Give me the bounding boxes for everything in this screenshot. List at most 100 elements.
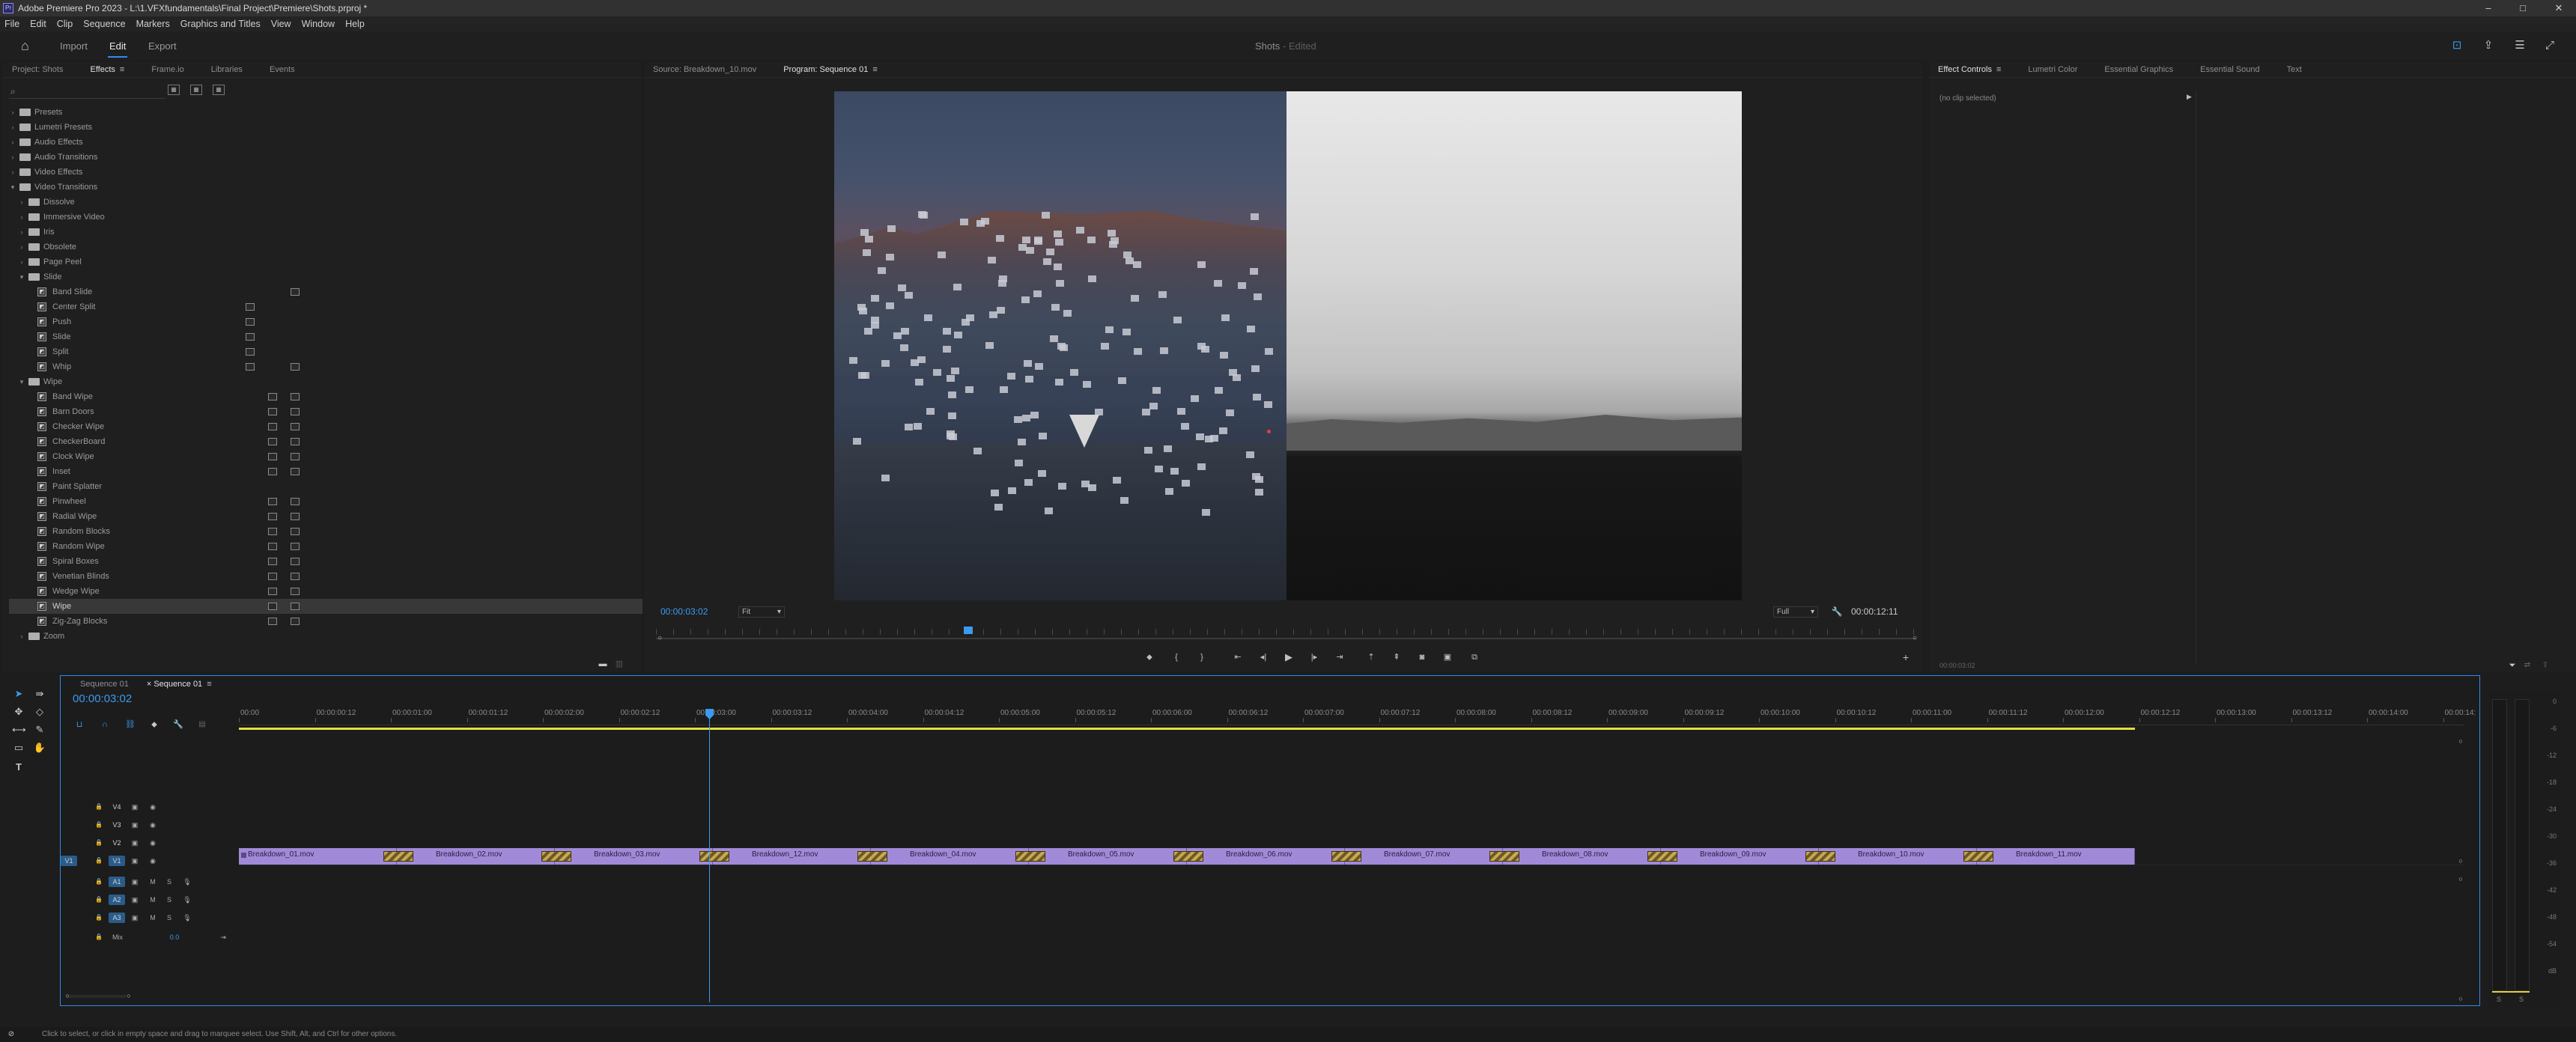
effect-item[interactable]: ◩ Zig-Zag Blocks [9, 614, 643, 629]
effects-folder[interactable]: › Zoom [9, 629, 643, 644]
menu-clip[interactable]: Clip [57, 19, 73, 29]
timeline-playhead[interactable] [708, 712, 710, 1002]
timeline-clip[interactable]: Breakdown_03.mov [555, 848, 713, 865]
transition-marker[interactable] [1647, 851, 1677, 862]
insert-nest-icon[interactable]: ⊔ [73, 718, 86, 731]
tab-effects[interactable]: Effects ≡ [90, 65, 124, 74]
transition-marker[interactable] [1489, 851, 1519, 862]
chevron-right-icon[interactable]: › [9, 135, 16, 150]
razor-tool-icon[interactable]: ◇ [33, 705, 46, 719]
effects-folder[interactable]: ▾ Slide [9, 269, 643, 284]
solo-icon[interactable]: S [164, 895, 174, 905]
audio-track-name[interactable]: A3 [109, 912, 125, 923]
solo-left-button[interactable]: S [2497, 996, 2501, 1003]
lock-track-icon[interactable]: 🔒 [94, 802, 104, 812]
tab-events[interactable]: Events [270, 65, 295, 74]
snap-icon[interactable]: ∩ [98, 718, 112, 731]
chevron-right-icon[interactable]: › [9, 150, 16, 165]
rectangle-tool-icon[interactable]: ▭ [12, 741, 25, 755]
tab-import[interactable]: Import [60, 40, 88, 52]
effects-folder[interactable]: ▾ Video Transitions [9, 180, 643, 195]
tab-essential-sound[interactable]: Essential Sound [2200, 65, 2260, 74]
chevron-right-icon[interactable]: › [18, 225, 25, 240]
effects-folder[interactable]: › Lumetri Presets [9, 120, 643, 135]
captions-icon[interactable]: ▤ [195, 718, 209, 731]
eye-icon[interactable]: ◉ [148, 856, 158, 866]
selection-tool-icon[interactable]: ➤ [12, 687, 25, 701]
eye-icon[interactable]: ◉ [148, 802, 158, 812]
effect-item[interactable]: ◩ Split [9, 344, 643, 359]
timeline-ruler[interactable]: 00:00 00:00:00:12 00:00:01:00 00:00:01:12 00… [239, 707, 2476, 725]
export-frame-icon[interactable]: ◙ [1415, 651, 1429, 663]
panel-menu-icon[interactable]: ≡ [1996, 65, 2001, 74]
timeline-clip[interactable]: Breakdown_09.mov [1661, 848, 1819, 865]
scroll-handle-icon[interactable]: ○ [2454, 992, 2467, 1005]
sync-lock-icon[interactable]: ▣ [130, 802, 140, 812]
scroll-handle-icon[interactable]: ○ [2454, 872, 2467, 886]
transition-marker[interactable] [1015, 851, 1045, 862]
type-tool-icon[interactable]: T [12, 761, 25, 774]
effect-item[interactable]: ◩ CheckerBoard [9, 434, 643, 449]
effect-item[interactable]: ◩ Checker Wipe [9, 419, 643, 434]
32bit-effects-filter-icon[interactable]: ▦ [190, 85, 202, 95]
video-track-name[interactable]: V3 [109, 820, 125, 830]
settings-wrench-icon[interactable]: 🔧 [1830, 605, 1844, 618]
sync-lock-icon[interactable]: ▣ [130, 856, 140, 866]
tab-effect-controls[interactable]: Effect Controls ≡ [1938, 65, 2001, 74]
tab-frameio[interactable]: Frame.io [151, 65, 183, 74]
panel-menu-icon[interactable]: ≡ [207, 680, 211, 689]
tab-export[interactable]: Export [148, 40, 177, 52]
chevron-right-icon[interactable]: › [18, 210, 25, 225]
menu-help[interactable]: Help [345, 19, 365, 29]
comparison-view-icon[interactable]: ▣ [1441, 651, 1454, 663]
effect-item[interactable]: ◩ Push [9, 314, 643, 329]
timeline-clip[interactable]: Breakdown_05.mov [1029, 848, 1187, 865]
sync-lock-icon[interactable]: ▣ [130, 820, 140, 830]
eye-icon[interactable]: ◉ [148, 838, 158, 848]
effects-search-input[interactable]: ⌕ [9, 85, 165, 99]
delete-icon[interactable]: ▥ [613, 657, 626, 671]
lock-track-icon[interactable]: 🔒 [94, 856, 104, 866]
timeline-settings-wrench-icon[interactable]: 🔧 [171, 718, 185, 731]
effects-folder[interactable]: › Obsolete [9, 240, 643, 255]
extract-icon[interactable]: ⇞ [1390, 651, 1403, 663]
ripple-edit-tool-icon[interactable]: ✥ [12, 705, 25, 719]
timeline-clip[interactable]: Breakdown_06.mov [1187, 848, 1345, 865]
solo-right-button[interactable]: S [2519, 996, 2524, 1003]
out-handle-icon[interactable]: ○ [1908, 632, 1922, 645]
resize-icon[interactable]: ⤢ [2542, 38, 2558, 53]
scroll-handle-icon[interactable]: ○ [2454, 854, 2467, 868]
microphone-icon[interactable]: 🎙 [182, 912, 192, 923]
menu-file[interactable]: File [4, 19, 19, 29]
effect-item[interactable]: ◩ Random Wipe [9, 539, 643, 554]
timeline-clip[interactable]: Breakdown_10.mov [1819, 848, 1977, 865]
effect-item[interactable]: ◩ Inset [9, 464, 643, 479]
transition-marker[interactable] [383, 851, 413, 862]
mix-end-icon[interactable]: ⇥ [218, 932, 228, 942]
transition-marker[interactable] [1173, 851, 1203, 862]
menu-edit[interactable]: Edit [30, 19, 46, 29]
mute-icon[interactable]: M [148, 912, 158, 923]
effect-item[interactable]: ◩ Whip [9, 359, 643, 374]
program-current-timecode[interactable]: 00:00:03:02 [660, 606, 708, 617]
chevron-right-icon[interactable]: › [18, 255, 25, 269]
chevron-right-icon[interactable]: › [9, 120, 16, 135]
audio-track-name[interactable]: A1 [109, 877, 125, 887]
effect-item[interactable]: ◩ Band Wipe [9, 389, 643, 404]
chevron-down-icon[interactable]: ▾ [18, 269, 25, 284]
zoom-handle-left-icon[interactable]: ○ [61, 989, 74, 1002]
button-editor-icon[interactable]: + [1899, 651, 1913, 663]
chevron-right-icon[interactable]: › [9, 165, 16, 180]
yuv-effects-filter-icon[interactable]: ▦ [213, 85, 225, 95]
effect-item[interactable]: ◩ Slide [9, 329, 643, 344]
mark-in-icon[interactable]: { [1170, 651, 1183, 663]
effect-item[interactable]: ◩ Band Slide [9, 284, 643, 299]
solo-icon[interactable]: S [164, 912, 174, 923]
slip-tool-icon[interactable]: ⟷ [12, 723, 26, 737]
menu-view[interactable]: View [271, 19, 291, 29]
tab-libraries[interactable]: Libraries [211, 65, 243, 74]
effect-item[interactable]: ◩ Random Blocks [9, 524, 643, 539]
transition-marker[interactable] [1331, 851, 1361, 862]
effects-folder[interactable]: › Page Peel [9, 255, 643, 269]
work-area-bar[interactable] [239, 728, 2135, 730]
